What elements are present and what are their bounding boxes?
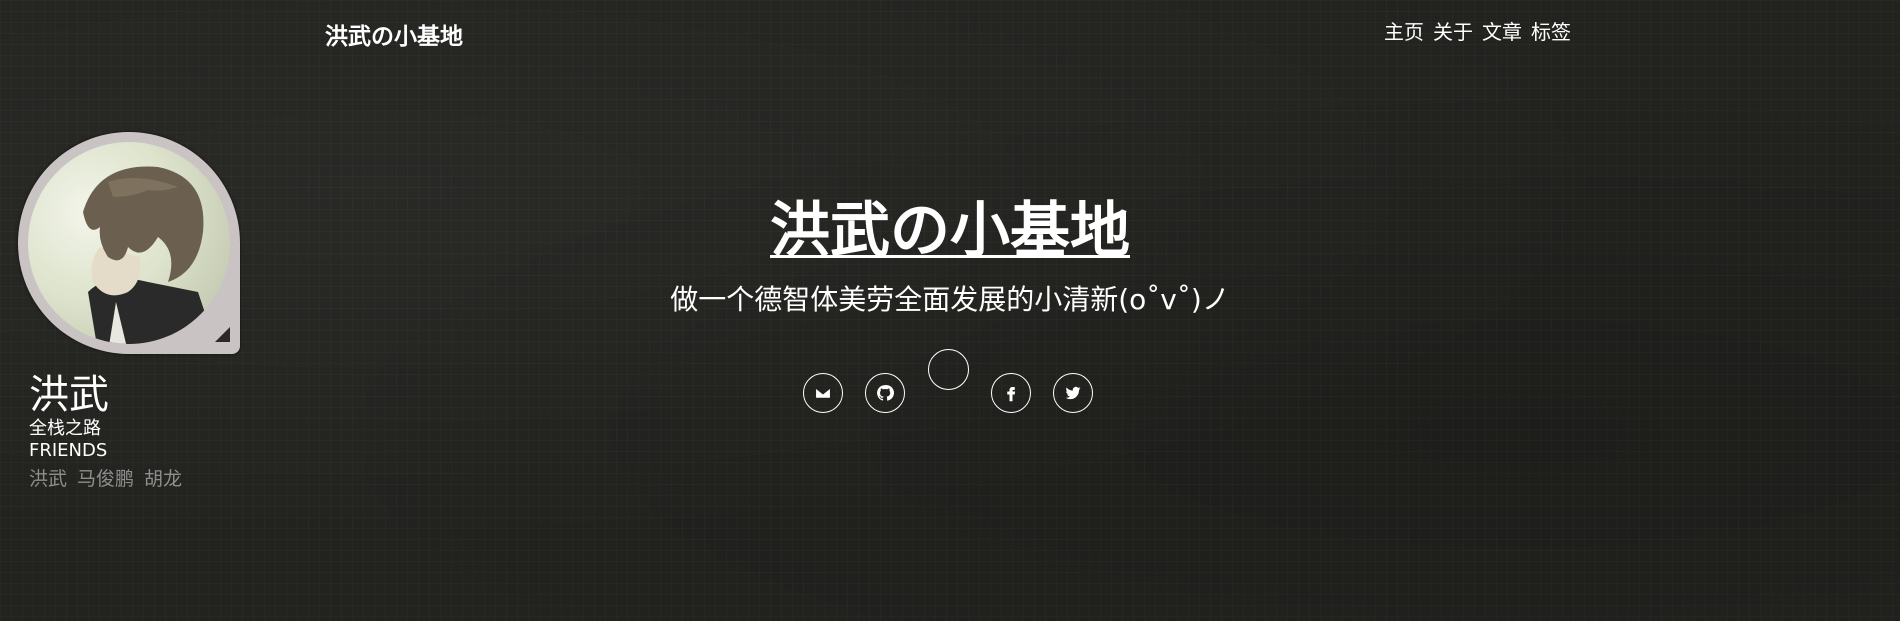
facebook-icon: [1007, 387, 1016, 402]
site-title: 洪武の小基地: [0, 190, 1900, 272]
facebook-button[interactable]: [991, 373, 1031, 413]
nav-link-about[interactable]: 关于: [1433, 16, 1473, 45]
site-title-link[interactable]: 洪武の小基地: [770, 196, 1130, 266]
social-links: [803, 349, 1103, 417]
site-subtitle: 做一个德智体美劳全面发展的小清新(o˚v˚)ノ: [670, 283, 1230, 316]
brand-link[interactable]: 洪武の小基地: [325, 17, 463, 51]
twitter-icon: [1065, 386, 1081, 400]
friend-link[interactable]: 马俊鹏: [77, 464, 134, 491]
nav-links: 主页 关于 文章 标签: [1384, 16, 1571, 45]
nav-link-home[interactable]: 主页: [1384, 16, 1424, 45]
friends-list: 洪武 马俊鹏 胡龙: [29, 464, 182, 491]
empty-social-circle[interactable]: [928, 349, 969, 390]
nav-link-tags[interactable]: 标签: [1531, 16, 1571, 45]
profile-description: 全栈之路: [29, 418, 101, 439]
twitter-button[interactable]: [1053, 373, 1093, 413]
friend-link[interactable]: 胡龙: [144, 464, 182, 491]
github-icon: [877, 385, 894, 401]
top-navbar: 洪武の小基地 主页 关于 文章 标签: [0, 0, 1900, 62]
friend-link[interactable]: 洪武: [29, 464, 67, 491]
corner-triangle-icon: [215, 327, 230, 342]
envelope-icon: [814, 387, 832, 399]
github-button[interactable]: [865, 373, 905, 413]
email-button[interactable]: [803, 373, 843, 413]
profile-name: 洪武: [29, 372, 109, 418]
friends-heading: FRIENDS: [29, 440, 108, 461]
nav-link-articles[interactable]: 文章: [1482, 16, 1522, 45]
